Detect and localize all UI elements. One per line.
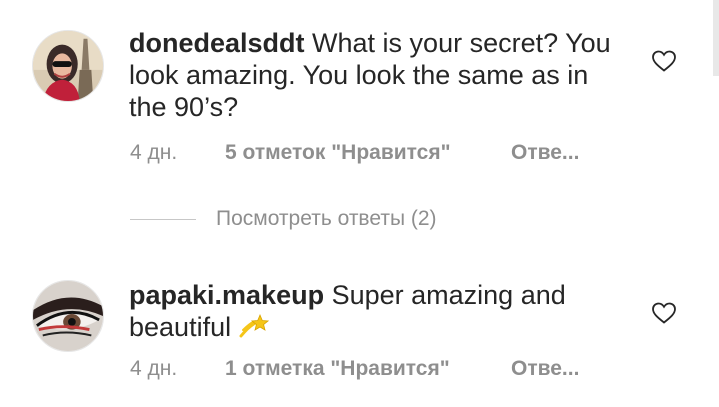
comment-likes[interactable]: 1 отметка "Нравится" bbox=[225, 357, 450, 381]
comment-meta: 4 дн. 5 отметок "Нравится" Отве... bbox=[130, 141, 610, 167]
comment-item: papaki.makeup Super amazing and beautifu… bbox=[0, 260, 719, 400]
comment-time: 4 дн. bbox=[130, 141, 178, 164]
reply-button[interactable]: Отве... bbox=[511, 141, 579, 165]
comment-username[interactable]: donedealsddt bbox=[129, 28, 305, 58]
like-heart-icon[interactable] bbox=[651, 301, 677, 325]
comment-text: papaki.makeup Super amazing and beautifu… bbox=[129, 279, 629, 343]
reply-button[interactable]: Отве... bbox=[511, 357, 579, 381]
comment-item: donedealsddt What is your secret? You lo… bbox=[0, 0, 719, 200]
comment-time: 4 дн. bbox=[130, 357, 178, 380]
dizzy-star-emoji-icon bbox=[239, 312, 269, 340]
view-replies-label[interactable]: Посмотреть ответы (2) bbox=[216, 207, 437, 231]
comment-meta: 4 дн. 1 отметка "Нравится" Отве... bbox=[130, 357, 610, 383]
comment-likes[interactable]: 5 отметок "Нравится" bbox=[225, 141, 451, 165]
divider-line bbox=[130, 219, 196, 220]
like-heart-icon[interactable] bbox=[651, 49, 677, 73]
comment-username[interactable]: papaki.makeup bbox=[129, 280, 324, 310]
avatar-image bbox=[33, 31, 103, 101]
comment-text: donedealsddt What is your secret? You lo… bbox=[129, 27, 629, 123]
avatar[interactable] bbox=[32, 30, 104, 102]
avatar[interactable] bbox=[32, 280, 104, 352]
avatar-image bbox=[33, 281, 103, 351]
